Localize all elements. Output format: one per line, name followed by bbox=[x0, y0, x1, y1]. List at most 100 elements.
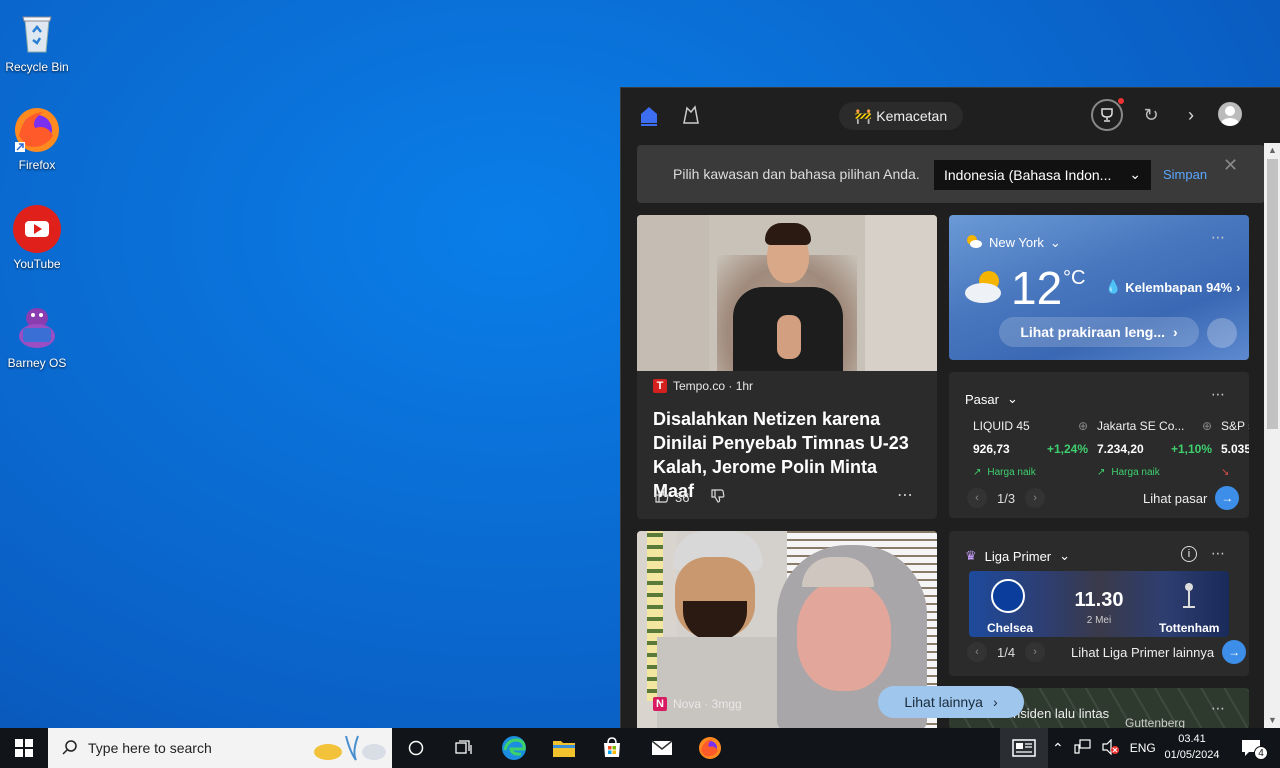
scroll-down-icon[interactable]: ▼ bbox=[1268, 715, 1277, 725]
info-icon[interactable]: i bbox=[1181, 546, 1197, 562]
chevron-left-icon[interactable]: ‹ bbox=[967, 488, 987, 508]
clock[interactable]: 03.41 01/05/2024 bbox=[1160, 731, 1224, 763]
scrollbar-thumb[interactable] bbox=[1267, 159, 1278, 429]
action-center-icon[interactable]: 4 bbox=[1232, 728, 1272, 768]
chevron-right-icon[interactable]: › bbox=[1025, 642, 1046, 662]
stock-value: 926,73 bbox=[973, 442, 1010, 456]
rewards-icon[interactable] bbox=[1091, 98, 1124, 131]
file-explorer-icon[interactable] bbox=[546, 728, 582, 768]
store-icon[interactable] bbox=[594, 728, 630, 768]
stock-item[interactable]: LIQUID 45 ⊕ 926,73 +1,24% ↗ Harga naik bbox=[973, 419, 1088, 478]
more-options-icon[interactable]: ⋯ bbox=[897, 485, 914, 505]
market-title[interactable]: Pasar ⌄ bbox=[965, 391, 1018, 407]
desktop-icon-label: Barney OS bbox=[7, 356, 67, 370]
desktop-icon-barney-os[interactable]: Barney OS bbox=[2, 304, 72, 370]
add-icon[interactable]: ⊕ bbox=[1202, 419, 1212, 437]
taskbar-search[interactable]: Type here to search bbox=[48, 728, 392, 768]
news-card-tempo[interactable]: T Tempo.co · 1hr Disalahkan Netizen kare… bbox=[637, 215, 937, 519]
stock-item[interactable]: Jakarta SE Co... ⊕ 7.234,20 +1,10% ↗ Harga … bbox=[1097, 419, 1212, 478]
league-label: Liga Primer bbox=[984, 548, 1052, 564]
volume-muted-icon[interactable] bbox=[1102, 738, 1120, 758]
chevron-right-icon: › bbox=[992, 694, 998, 710]
scroll-up-icon[interactable]: ▲ bbox=[1268, 145, 1277, 155]
chevron-right-icon[interactable]: › bbox=[1025, 488, 1046, 508]
language-indicator[interactable]: ENG bbox=[1130, 741, 1156, 755]
chevron-left-icon[interactable]: ‹ bbox=[967, 642, 987, 662]
premier-league-icon: ♛ bbox=[965, 548, 977, 563]
refresh-icon[interactable]: ↻ bbox=[1139, 102, 1163, 128]
see-market-label: Lihat pasar bbox=[1143, 490, 1208, 506]
see-league-label: Lihat Liga Primer lainnya bbox=[1071, 644, 1215, 660]
interests-icon[interactable] bbox=[679, 102, 703, 128]
scrollbar[interactable]: ▲ ▼ bbox=[1264, 143, 1280, 728]
traffic-icon: 🚧 bbox=[854, 107, 873, 124]
desktop-icon-label: Recycle Bin bbox=[5, 60, 69, 74]
stock-value: 5.035 bbox=[1221, 442, 1249, 456]
barney-icon bbox=[13, 304, 61, 352]
traffic-button[interactable]: 🚧 Kemacetan bbox=[839, 102, 963, 130]
region-select[interactable]: Indonesia (Bahasa Indon... ⌄ bbox=[934, 160, 1151, 190]
cortana-icon[interactable] bbox=[398, 728, 434, 768]
weather-condition-icon bbox=[963, 269, 1007, 310]
like-icon[interactable] bbox=[655, 489, 669, 506]
home-icon[interactable] bbox=[637, 102, 661, 128]
forecast-label: Lihat prakiraan leng... bbox=[1020, 324, 1166, 340]
see-market-button[interactable]: Lihat pasar → bbox=[1143, 486, 1240, 510]
close-icon[interactable]: ✕ bbox=[1223, 155, 1238, 176]
desktop-icon-recycle-bin[interactable]: Recycle Bin bbox=[2, 8, 72, 74]
source-label: Nova · 3mgg bbox=[673, 697, 742, 711]
home-team: Chelsea bbox=[987, 621, 1034, 635]
see-league-button[interactable]: Lihat Liga Primer lainnya → bbox=[1071, 640, 1247, 664]
humidity[interactable]: 💧 Kelembapan 94% › bbox=[1105, 279, 1240, 295]
stock-name: Jakarta SE Co... bbox=[1097, 419, 1185, 433]
more-options-icon[interactable]: ⋯ bbox=[1211, 700, 1226, 717]
start-button[interactable] bbox=[0, 728, 48, 768]
firefox-taskbar-icon[interactable] bbox=[692, 728, 728, 768]
recycle-bin-icon bbox=[13, 8, 61, 56]
league-card: ♛ Liga Primer ⌄ i ⋯ 11.30 2 Mei Chelsea … bbox=[949, 531, 1249, 676]
save-button[interactable]: Simpan bbox=[1163, 167, 1207, 182]
chevron-up-icon[interactable]: ⌃ bbox=[1052, 740, 1064, 757]
more-options-icon[interactable]: ⋯ bbox=[1211, 545, 1226, 562]
tempo-logo-icon: T bbox=[653, 379, 667, 393]
chevron-right-icon: › bbox=[1236, 279, 1241, 295]
arrow-right-icon: → bbox=[1222, 640, 1247, 664]
weather-card[interactable]: New York ⌄ ⋯ 12 °C 💧 Kelembapan 94% › Li… bbox=[949, 215, 1249, 360]
weather-map-thumbnail[interactable] bbox=[1207, 318, 1237, 348]
forecast-button[interactable]: Lihat prakiraan leng... › bbox=[999, 317, 1199, 347]
page-indicator: 1/4 bbox=[997, 644, 1016, 660]
trend-up-icon: ↗ bbox=[973, 467, 982, 478]
task-view-icon[interactable] bbox=[446, 728, 482, 768]
match-item[interactable]: 11.30 2 Mei Chelsea Tottenham bbox=[969, 571, 1229, 637]
match-time: 11.30 bbox=[1074, 589, 1124, 611]
desktop-icon-firefox[interactable]: Firefox bbox=[2, 106, 72, 172]
market-label: Pasar bbox=[965, 391, 999, 407]
network-icon[interactable] bbox=[1074, 738, 1092, 758]
desktop-icon-label: YouTube bbox=[13, 257, 61, 271]
weather-location[interactable]: New York ⌄ bbox=[965, 233, 1061, 252]
market-card: Pasar ⌄ ⋯ LIQUID 45 ⊕ 926,73 +1,24% ↗ Harga… bbox=[949, 372, 1249, 518]
chevron-right-icon[interactable]: › bbox=[1179, 102, 1203, 128]
article-source: T Tempo.co · 1hr bbox=[653, 379, 753, 393]
notification-badge: 4 bbox=[1254, 746, 1268, 760]
desktop-icon-youtube[interactable]: YouTube bbox=[2, 205, 72, 271]
add-icon[interactable]: ⊕ bbox=[1078, 419, 1088, 437]
page-indicator: 1/3 bbox=[997, 490, 1016, 506]
news-widget-icon[interactable] bbox=[1000, 728, 1048, 768]
region-banner: Pilih kawasan dan bahasa pilihan Anda. I… bbox=[637, 145, 1265, 203]
trend-label: Harga naik bbox=[987, 467, 1036, 478]
taskbar: Type here to search ⌃ ENG 03.41 01/05/20… bbox=[0, 728, 1280, 768]
league-title[interactable]: ♛ Liga Primer ⌄ bbox=[965, 548, 1070, 564]
more-options-icon[interactable]: ⋯ bbox=[1211, 386, 1226, 403]
notification-dot bbox=[1118, 98, 1124, 104]
avatar[interactable] bbox=[1218, 102, 1242, 126]
more-options-icon[interactable]: ⋯ bbox=[1211, 229, 1226, 246]
dislike-icon[interactable] bbox=[711, 489, 725, 506]
stock-item[interactable]: S&P 5 5.035 ↘ bbox=[1221, 419, 1249, 478]
trend-up-icon: ↗ bbox=[1097, 467, 1106, 478]
edge-icon[interactable] bbox=[496, 728, 532, 768]
see-more-button[interactable]: Lihat lainnya › bbox=[878, 686, 1024, 718]
chevron-down-icon: ⌄ bbox=[1049, 234, 1061, 250]
chevron-down-icon: ⌄ bbox=[1129, 166, 1141, 182]
mail-icon[interactable] bbox=[644, 728, 680, 768]
